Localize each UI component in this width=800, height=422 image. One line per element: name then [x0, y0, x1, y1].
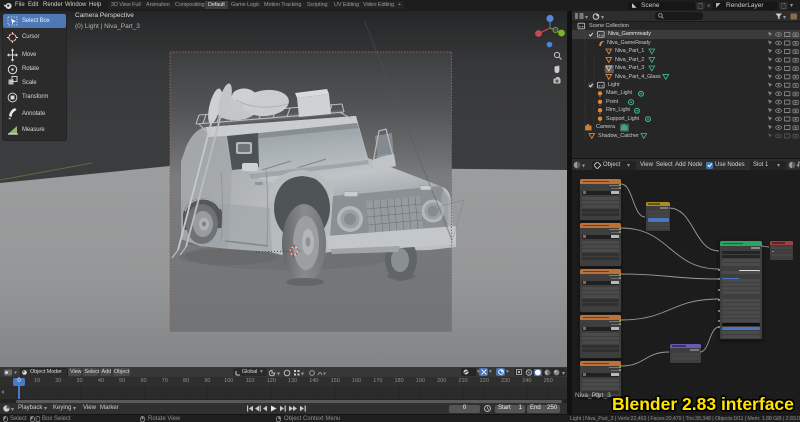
svg-text:▾: ▾: [11, 407, 14, 412]
svg-text:▾: ▾: [582, 164, 585, 170]
svg-text:▾: ▾: [323, 371, 326, 377]
svg-text:▾: ▾: [277, 371, 280, 377]
svg-text:▾: ▾: [562, 371, 565, 376]
svg-text:▾: ▾: [301, 371, 304, 377]
